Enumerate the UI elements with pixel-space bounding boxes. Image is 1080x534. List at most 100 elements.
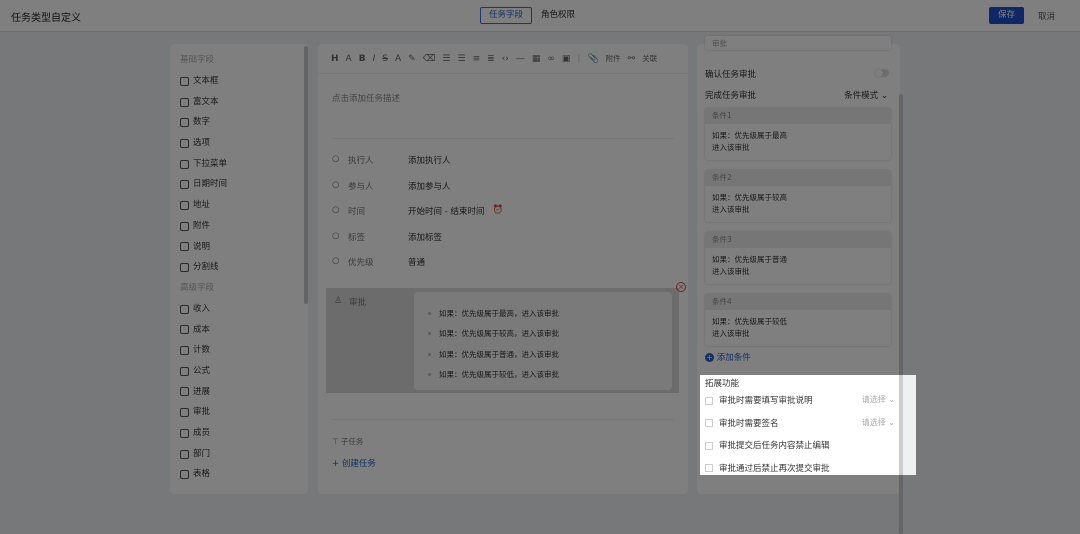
scrollbar[interactable] bbox=[304, 46, 308, 304]
add-condition-button[interactable]: + 添加条件 bbox=[705, 351, 751, 363]
italic-icon[interactable]: I bbox=[373, 54, 376, 64]
sigma-icon bbox=[180, 366, 189, 376]
checkbox[interactable] bbox=[705, 396, 713, 405]
bulb-icon: ○ bbox=[332, 256, 340, 266]
option-select[interactable]: 请选择 ⌄ bbox=[862, 417, 895, 428]
cancel-button[interactable]: 取消 bbox=[1038, 10, 1055, 22]
approval-condition: 如果：优先级属于较低，进入该审批 bbox=[414, 365, 672, 386]
save-button[interactable]: 保存 bbox=[989, 7, 1024, 24]
extension-option[interactable]: 审批时需要填写审批说明 请选择 ⌄ bbox=[705, 394, 895, 406]
field-value[interactable]: 添加执行人 bbox=[408, 154, 451, 166]
subtask-icon: ⊤ bbox=[332, 437, 341, 446]
relate-button[interactable]: 关联 bbox=[642, 53, 657, 64]
field-type-item[interactable]: 说明 bbox=[170, 237, 308, 258]
bullet-list-icon[interactable]: ☰ bbox=[442, 54, 450, 64]
code-icon[interactable]: ‹› bbox=[502, 54, 509, 64]
task-field-row[interactable]: ○ 参与人 添加参与人 bbox=[332, 180, 451, 192]
tag-icon: ○ bbox=[332, 230, 340, 241]
font-icon[interactable]: A bbox=[346, 54, 352, 64]
strikethrough-icon[interactable]: S bbox=[382, 54, 388, 64]
align-icon[interactable]: ≡ bbox=[473, 54, 481, 64]
extension-option[interactable]: 审批提交后任务内容禁止编辑 bbox=[705, 439, 895, 451]
field-type-item[interactable]: 下拉菜单 bbox=[170, 154, 308, 175]
eraser-icon[interactable]: ⌫ bbox=[423, 54, 436, 64]
task-preview: H A B I S A ✎ ⌫ ☰ ☰ ≡ ≣ ‹› — ▦ ∞ ▣ | 📎 附件 ⚯ 关联 点击添加任务描述 ○ 执行人添… bbox=[318, 44, 688, 494]
hr-icon[interactable]: — bbox=[516, 54, 525, 64]
alarm-icon[interactable]: ⏰ bbox=[492, 205, 503, 217]
remove-icon[interactable]: × bbox=[676, 282, 686, 292]
description-input[interactable]: 点击添加任务描述 bbox=[332, 92, 400, 104]
condition-card[interactable]: 条件4 如果：优先级属于较低 进入该审批 bbox=[705, 294, 891, 346]
task-field-row[interactable]: ○ 优先级 普通 bbox=[332, 256, 425, 268]
document-icon bbox=[180, 242, 189, 252]
heading-icon[interactable]: H bbox=[331, 54, 339, 64]
field-type-item[interactable]: 分割线 bbox=[170, 257, 308, 278]
checkbox[interactable] bbox=[705, 419, 713, 427]
relation-icon[interactable]: ⚯ bbox=[628, 54, 636, 64]
field-value[interactable]: 普通 bbox=[408, 256, 425, 268]
advanced-fields-title: 高级字段 bbox=[180, 282, 215, 293]
condition-action: 进入该审批 bbox=[712, 267, 750, 276]
create-task-button[interactable]: + 创建任务 bbox=[332, 457, 376, 469]
task-field-row[interactable]: ○ 标签 添加标签 bbox=[332, 231, 442, 243]
field-type-item[interactable]: 富文本 bbox=[170, 92, 308, 113]
field-type-item[interactable]: 审批 bbox=[170, 402, 308, 423]
mode-select[interactable]: 条件模式 ⌄ bbox=[844, 89, 888, 101]
attach-button[interactable]: 附件 bbox=[606, 53, 621, 64]
field-value[interactable]: 开始时间 - 结束时间 bbox=[408, 205, 484, 217]
task-field-row[interactable]: ○ 执行人 添加执行人 bbox=[332, 154, 451, 166]
field-type-item[interactable]: 收入 bbox=[170, 299, 308, 320]
field-type-item[interactable]: 附件 bbox=[170, 216, 308, 237]
field-type-item[interactable]: 部门 bbox=[170, 444, 308, 465]
field-type-item[interactable]: 进展 bbox=[170, 382, 308, 403]
confirm-approval-toggle[interactable] bbox=[875, 69, 889, 77]
checkbox[interactable] bbox=[705, 441, 713, 450]
complete-approval-label: 完成任务审批 bbox=[705, 91, 757, 101]
tab-role-permissions[interactable]: 角色权限 bbox=[532, 7, 584, 24]
field-type-item[interactable]: 文本框 bbox=[170, 71, 308, 92]
field-type-item[interactable]: 成本 bbox=[170, 320, 308, 341]
line-height-icon[interactable]: ≣ bbox=[487, 54, 495, 64]
condition-card[interactable]: 条件1 如果：优先级属于最高 进入该审批 bbox=[705, 108, 891, 160]
font-color-icon[interactable]: A bbox=[395, 54, 401, 64]
users-icon: ○ bbox=[332, 179, 340, 190]
condition-card[interactable]: 条件3 如果：优先级属于普通 进入该审批 bbox=[705, 232, 891, 284]
field-value[interactable]: 添加标签 bbox=[408, 231, 442, 243]
divider-icon bbox=[180, 263, 189, 273]
condition-card[interactable]: 条件2 如果：优先级属于较高 进入该审批 bbox=[705, 170, 891, 222]
scrollbar[interactable] bbox=[899, 94, 903, 534]
extension-option[interactable]: 审批通过后禁止再次提交审批 bbox=[705, 462, 895, 474]
field-type-item[interactable]: 公式 bbox=[170, 361, 308, 382]
image-icon[interactable]: ▣ bbox=[562, 54, 571, 64]
field-type-item[interactable]: 地址 bbox=[170, 195, 308, 216]
field-type-item[interactable]: 计数 bbox=[170, 340, 308, 361]
condition-rule: 如果：优先级属于普通 bbox=[712, 255, 787, 264]
option-select[interactable]: 请选择 ⌄ bbox=[862, 394, 895, 405]
attachment-icon[interactable]: 📎 bbox=[587, 54, 598, 64]
field-type-item[interactable]: 成员 bbox=[170, 423, 308, 444]
task-field-row[interactable]: ○ 时间 开始时间 - 结束时间 ⏰ bbox=[332, 205, 503, 217]
field-type-item[interactable]: 表格 bbox=[170, 464, 308, 485]
field-type-item[interactable]: 数字 bbox=[170, 112, 308, 133]
extension-option[interactable]: 审批时需要签名 请选择 ⌄ bbox=[705, 417, 895, 429]
field-type-item[interactable]: 日期时间 bbox=[170, 174, 308, 195]
table-icon bbox=[180, 470, 189, 480]
clock-icon: ○ bbox=[332, 205, 340, 215]
link-icon[interactable]: ∞ bbox=[547, 54, 555, 64]
approval-field[interactable]: ♙ 审批 如果：优先级属于最高，进入该审批 如果：优先级属于较高，进入该审批 如果：… bbox=[326, 288, 679, 393]
org-icon bbox=[180, 449, 189, 459]
user-icon bbox=[180, 428, 189, 438]
field-value[interactable]: 添加参与人 bbox=[408, 180, 451, 192]
basic-fields-title: 基础字段 bbox=[180, 55, 215, 65]
highlight-icon[interactable]: ✎ bbox=[408, 54, 416, 64]
table-icon[interactable]: ▦ bbox=[532, 54, 541, 64]
stamp-icon: ♙ bbox=[334, 296, 343, 306]
tabs: 任务字段 角色权限 bbox=[480, 7, 584, 24]
plus-circle-icon: + bbox=[705, 353, 714, 362]
field-type-item[interactable]: 选项 bbox=[170, 133, 308, 154]
condition-title: 条件3 bbox=[705, 232, 891, 248]
checkbox[interactable] bbox=[705, 464, 713, 472]
tab-task-fields[interactable]: 任务字段 bbox=[480, 7, 533, 24]
bold-icon[interactable]: B bbox=[359, 54, 366, 64]
ordered-list-icon[interactable]: ☰ bbox=[458, 54, 466, 64]
